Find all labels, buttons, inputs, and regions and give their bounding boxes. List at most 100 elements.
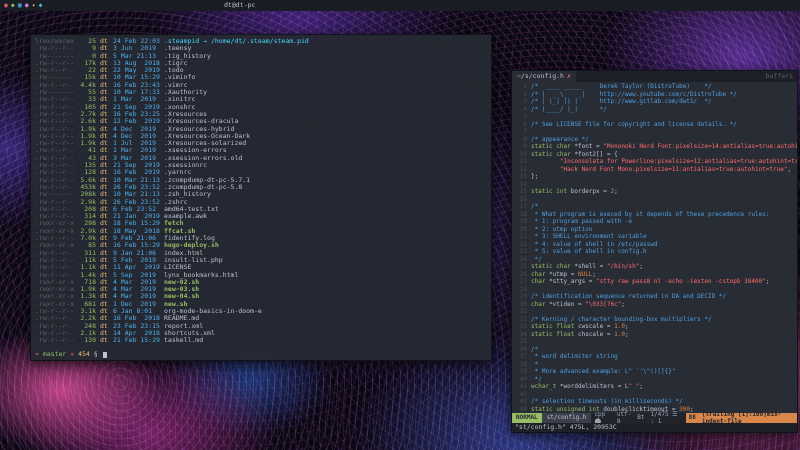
file-date: 21 Feb 15:29 [113,337,164,344]
statusline-filepath: st/config.h [542,413,592,423]
code-token: /* See LICENSE file for copyright and li… [531,121,737,128]
code-line: 13}; [512,173,797,181]
line-number: 2 [512,91,531,99]
code-text: /* ____ _____ Derek Taylor (DistroTube) … [531,83,712,91]
code-token: /* | |_| || | http://www.gitlab.com/dwt1… [531,98,712,105]
code-line: 22 * 4: value of shell in /etc/passwd [512,241,797,249]
code-token: static unsigned int [531,406,603,413]
code-line: 23 * 5: value of shell in config.h [512,248,797,256]
code-line: 19 * 1: program passed with -e [512,218,797,226]
code-text: static char *font2[] = { [531,151,618,159]
code-text: "Hack Nerd Font Mono:pixelsize=11:antial… [531,166,791,174]
code-line: 43/* selection timeouts (in milliseconds… [512,398,797,406]
line-number: 18 [512,211,531,219]
code-line: 31 [512,308,797,316]
code-token: */ [531,256,542,263]
workspace-tag-icon[interactable]: ✦ [32,1,36,9]
code-token: char [531,271,549,278]
code-token: ; [639,263,643,270]
line-number: 29 [512,293,531,301]
code-text: static float cwscale = 1.0; [531,323,629,331]
line-number: 11 [512,158,531,166]
code-token: *utmp = [549,271,578,278]
code-text: * More advanced example: L" `'\"()[]{}" [531,368,676,376]
code-text: * 3: SHELL environment variable [531,233,647,241]
prompt-segment: » [66,350,78,358]
line-number: 16 [512,196,531,204]
code-token: char [531,278,549,285]
code-token: 1.0 [614,331,625,338]
code-token: wchar_t [531,383,560,390]
line-number: 33 [512,323,531,331]
code-line: 29/* identification sequence returned in… [512,293,797,301]
code-line: 38 * [512,361,797,369]
code-line: 27char *stty_args = "stty raw pass8 nl -… [512,278,797,286]
shell-prompt[interactable]: « master » 454 § [35,351,487,358]
code-line: 24 */ [512,256,797,264]
code-line: 39 * More advanced example: L" `'\"()[]{… [512,368,797,376]
workspace-tag-icon[interactable]: ◈ [39,1,43,9]
code-token: "Inconsolata for Powerline:pixelsize=12:… [560,158,797,165]
code-token: /* appearance */ [531,136,589,143]
code-token: * 3: SHELL environment variable [531,233,647,240]
line-number: 28 [512,286,531,294]
code-line: 26char *utmp = NULL; [512,271,797,279]
editor-tab-config-h[interactable]: ~/s/config.h ✗ [512,71,576,82]
code-token: NULL [578,271,592,278]
code-token: * More advanced example: L" `'\"()[]{}" [531,368,676,375]
terminal-cursor [103,352,107,359]
terminal-window-file-list[interactable]: lrwxrwxrwx25dt24 Feb 22:03.steampid → /h… [30,34,492,361]
line-number: 35 [512,338,531,346]
code-token: ; [690,406,694,413]
code-text: static char *shell = "/bin/sh"; [531,263,643,271]
editor-tabline: ~/s/config.h ✗ buffers [512,71,797,82]
workspace-tag-icon[interactable]: ▣ [18,1,22,9]
code-text: /* [531,346,538,354]
code-token: * 2: utmp option [531,226,592,233]
code-token: * What program is execed by st depends o… [531,211,769,218]
code-token: /* [531,346,538,353]
code-text: char *vtiden = "\033[?6c"; [531,301,625,309]
code-token: /* ____ _____ Derek Taylor (DistroTube) … [531,83,712,90]
code-token: static char [531,263,574,270]
workspace-tag-icon[interactable]: ◉ [4,1,8,9]
line-number: 41 [512,383,531,391]
code-line: 10static char *font2[] = { [512,151,797,159]
statusline-segment: Bt [634,413,647,423]
line-number: 42 [512,391,531,399]
line-number: 1 [512,83,531,91]
code-token: }; [531,173,538,180]
file-row[interactable]: .rw-r--r--139dt21 Feb 15:29taskell.md [35,337,487,344]
code-line: 25static char *shell = "/bin/sh"; [512,263,797,271]
code-line: 9static char *font = "Mononoki Nerd Font… [512,143,797,151]
line-number: 17 [512,203,531,211]
editor-window[interactable]: ~/s/config.h ✗ buffers 1/* ____ _____ De… [511,70,798,433]
prompt-segment: § [94,350,102,358]
line-number: 13 [512,173,531,181]
focused-window-title: dt@dt-pc [224,0,255,11]
code-token: * [531,361,538,368]
code-text: char *utmp = NULL; [531,271,596,279]
code-token: , [787,166,791,173]
code-line: 17/* [512,203,797,211]
code-token: "Mononoki Nerd Font:pixelsize=14:antiali… [603,143,797,150]
code-token: static char [531,151,574,158]
prompt-segments: « master » 454 § [35,351,102,358]
close-icon[interactable]: ✗ [567,73,571,81]
line-number: 38 [512,361,531,369]
code-line: 15static int borderpx = 2; [512,188,797,196]
code-token: *vtiden = [549,301,585,308]
code-text: /* identification sequence returned in D… [531,293,726,301]
desktop-wallpaper: ◉◆▣●✦◈ dt@dt-pc lrwxrwxrwx25dt24 Feb 22:… [0,0,800,450]
code-token: /* Kerning / character bounding-box mult… [531,316,712,323]
workspace-tag-icon[interactable]: ◆ [11,1,15,9]
line-number: 19 [512,218,531,226]
code-text: /* See LICENSE file for copyright and li… [531,121,737,129]
workspace-tags[interactable]: ◉◆▣●✦◈ [4,0,46,11]
code-line: 42 [512,391,797,399]
code-area[interactable]: 1/* ____ _____ Derek Taylor (DistroTube)… [512,82,797,413]
workspace-tag-icon[interactable]: ● [25,1,29,9]
line-number: 36 [512,346,531,354]
code-token: static char [531,143,574,150]
line-number: 34 [512,331,531,339]
